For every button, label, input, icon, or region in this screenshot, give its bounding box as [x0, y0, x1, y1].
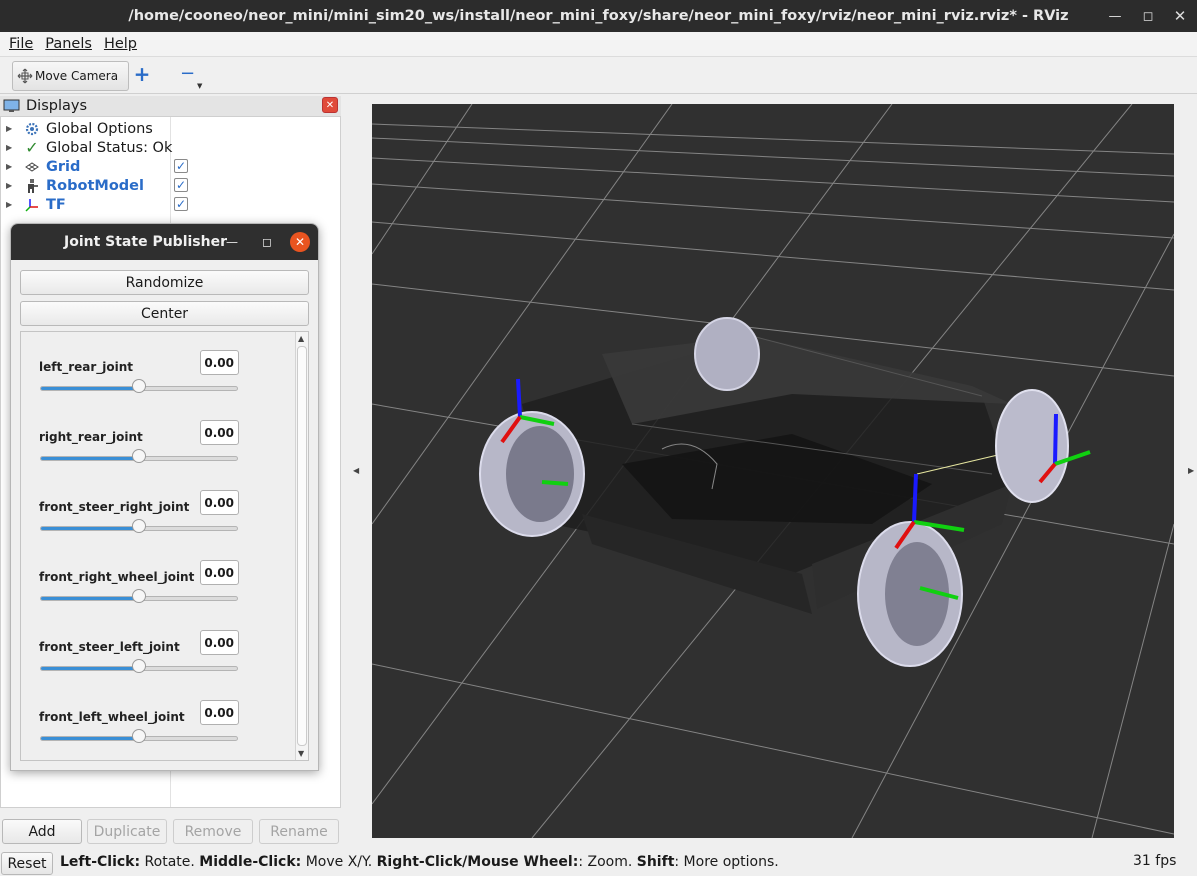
remove-tool-button[interactable]: − ▼	[180, 65, 204, 91]
duplicate-display-button[interactable]: Duplicate	[87, 819, 167, 844]
randomize-button[interactable]: Randomize	[20, 270, 309, 295]
menu-panels[interactable]: Panels	[45, 36, 92, 52]
status-bar: Reset Left-Click: Rotate. Middle-Click: …	[0, 850, 1197, 876]
viewport-scene	[372, 104, 1174, 838]
grid-icon	[24, 159, 40, 175]
minimize-button[interactable]: —	[1097, 0, 1133, 32]
joint-row: front_steer_right_joint 0.00	[21, 484, 293, 554]
expand-arrow-icon[interactable]: ▶	[6, 124, 16, 133]
joint-slider-handle[interactable]	[132, 729, 146, 743]
collapse-left-icon[interactable]: ◀	[353, 466, 359, 475]
robot-icon	[24, 178, 40, 194]
joint-value-input[interactable]: 0.00	[200, 490, 239, 515]
grid-checkbox[interactable]: ✓	[174, 159, 188, 173]
gear-icon	[24, 121, 40, 137]
robot-model	[479, 317, 1091, 667]
dropdown-arrow-icon: ▼	[197, 82, 203, 90]
window-titlebar: /home/cooneo/neor_mini/mini_sim20_ws/ins…	[0, 0, 1197, 32]
add-display-button[interactable]: Add	[2, 819, 82, 844]
move-camera-label: Move Camera	[35, 69, 119, 83]
tree-item-label: Global Status: Ok	[46, 139, 173, 156]
check-icon: ✓	[25, 138, 39, 157]
joint-row: front_left_wheel_joint 0.00	[21, 694, 293, 764]
axes-icon	[24, 197, 40, 213]
tree-item-label: RobotModel	[46, 177, 144, 194]
scrollbar-thumb[interactable]	[297, 346, 307, 746]
joint-name: left_rear_joint	[39, 360, 134, 374]
joint-list: left_rear_joint 0.00 right_rear_joint 0.…	[20, 331, 309, 761]
joint-name: front_steer_left_joint	[39, 640, 180, 654]
maximize-button[interactable]: ◻	[1130, 0, 1166, 32]
fps-counter: 31 fps	[1133, 853, 1177, 869]
jsp-minimize-button[interactable]: —	[223, 233, 241, 251]
center-button[interactable]: Center	[20, 301, 309, 326]
joint-name: front_right_wheel_joint	[39, 570, 195, 584]
tree-item-label: TF	[46, 196, 66, 213]
expand-arrow-icon[interactable]: ▶	[6, 143, 16, 152]
rename-display-button[interactable]: Rename	[259, 819, 339, 844]
toolbar: Move Camera + − ▼	[0, 56, 1197, 94]
expand-arrow-icon[interactable]: ▶	[6, 162, 16, 171]
joint-slider-handle[interactable]	[132, 589, 146, 603]
interaction-hint: Left-Click: Rotate. Middle-Click: Move X…	[60, 854, 779, 870]
scroll-down-icon[interactable]: ▼	[298, 749, 304, 758]
jsp-maximize-button[interactable]: ◻	[258, 233, 276, 251]
monitor-icon	[3, 99, 20, 113]
joint-value-input[interactable]: 0.00	[200, 630, 239, 655]
tree-item-robotmodel[interactable]: ▶ RobotModel ✓	[1, 176, 340, 195]
scroll-up-icon[interactable]: ▲	[298, 334, 304, 343]
displays-title: Displays	[26, 98, 88, 114]
robotmodel-checkbox[interactable]: ✓	[174, 178, 188, 192]
displays-close-button[interactable]: ✕	[322, 97, 338, 113]
window-title: /home/cooneo/neor_mini/mini_sim20_ws/ins…	[128, 8, 1069, 24]
joint-name: front_left_wheel_joint	[39, 710, 185, 724]
tree-item-label: Global Options	[46, 120, 153, 137]
joint-slider-handle[interactable]	[132, 659, 146, 673]
tree-item-grid[interactable]: ▶ Grid ✓	[1, 157, 340, 176]
menu-file[interactable]: File	[9, 36, 33, 52]
joint-name: front_steer_right_joint	[39, 500, 190, 514]
jsp-title: Joint State Publisher	[64, 234, 227, 250]
joint-value-input[interactable]: 0.00	[200, 350, 239, 375]
move-camera-button[interactable]: Move Camera	[12, 61, 129, 91]
displays-panel-header: Displays	[0, 96, 341, 116]
joint-list-scrollbar[interactable]: ▲ ▼	[295, 332, 308, 760]
remove-display-button[interactable]: Remove	[173, 819, 253, 844]
reset-button[interactable]: Reset	[1, 852, 53, 875]
jsp-close-button[interactable]: ✕	[290, 232, 310, 252]
joint-row: front_steer_left_joint 0.00	[21, 624, 293, 694]
joint-value-input[interactable]: 0.00	[200, 700, 239, 725]
menubar: File Panels Help	[0, 32, 1197, 56]
close-window-button[interactable]: ✕	[1162, 0, 1197, 32]
tree-item-tf[interactable]: ▶ TF ✓	[1, 195, 340, 214]
joint-slider-handle[interactable]	[132, 449, 146, 463]
joint-row: left_rear_joint 0.00	[21, 344, 293, 414]
expand-arrow-icon[interactable]: ▶	[6, 181, 16, 190]
3d-viewport[interactable]	[372, 104, 1174, 838]
tree-item-label: Grid	[46, 158, 81, 175]
menu-help[interactable]: Help	[104, 36, 137, 52]
joint-value-input[interactable]: 0.00	[200, 420, 239, 445]
tree-item-global-options[interactable]: ▶ Global Options	[1, 119, 340, 138]
tf-checkbox[interactable]: ✓	[174, 197, 188, 211]
joint-slider-handle[interactable]	[132, 519, 146, 533]
move-camera-icon	[17, 68, 33, 84]
collapse-right-icon[interactable]: ▶	[1188, 466, 1194, 475]
joint-name: right_rear_joint	[39, 430, 143, 444]
add-tool-button[interactable]: +	[132, 64, 152, 85]
joint-row: right_rear_joint 0.00	[21, 414, 293, 484]
joint-row: front_right_wheel_joint 0.00	[21, 554, 293, 624]
joint-slider-handle[interactable]	[132, 379, 146, 393]
expand-arrow-icon[interactable]: ▶	[6, 200, 16, 209]
tree-item-global-status[interactable]: ▶ ✓ Global Status: Ok	[1, 138, 340, 157]
joint-value-input[interactable]: 0.00	[200, 560, 239, 585]
joint-state-publisher-window: Joint State Publisher — ◻ ✕ Randomize Ce…	[10, 223, 319, 771]
